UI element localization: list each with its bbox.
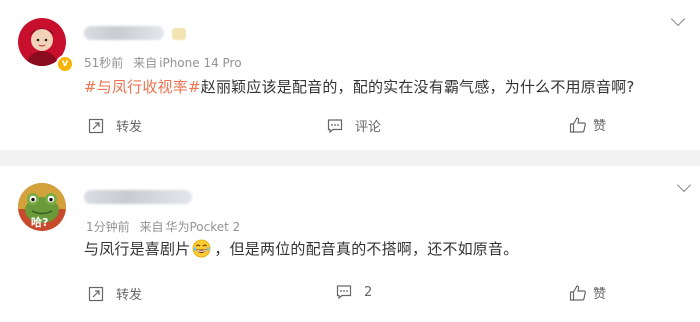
post-time: 1分钟前 bbox=[86, 220, 130, 234]
repost-label: 转发 bbox=[116, 120, 143, 135]
post-body: #与凤行收视率#赵丽颖应该是配音的，配的实在没有霸气感，为什么不用原音啊? bbox=[84, 76, 635, 97]
topic-hashtag-link[interactable]: #与凤行收视率# bbox=[84, 78, 201, 96]
source-prefix: 来自 bbox=[139, 220, 164, 234]
comment-count: 2 bbox=[364, 284, 373, 300]
repost-icon bbox=[88, 286, 104, 301]
like-label: 赞 bbox=[593, 287, 607, 302]
avatar-caption: 哈? bbox=[31, 216, 49, 229]
like-button[interactable]: 赞 bbox=[569, 283, 606, 302]
comment-button[interactable]: 评论 bbox=[327, 116, 381, 135]
user-emblem-icon bbox=[172, 28, 186, 40]
chevron-down-icon[interactable] bbox=[676, 177, 692, 193]
comment-icon bbox=[327, 118, 343, 133]
username-blurred[interactable] bbox=[84, 26, 164, 40]
post-meta: 51秒前 来自 iPhone 14 Pro bbox=[84, 54, 248, 71]
source-prefix: 来自 bbox=[133, 56, 158, 70]
chevron-down-icon[interactable] bbox=[670, 11, 686, 27]
post-meta: 1分钟前 来自 华为Pocket 2 bbox=[86, 218, 246, 235]
repost-button[interactable]: 转发 bbox=[88, 284, 142, 303]
post-text: 赵丽颖应该是配音的，配的实在没有霸气感，为什么不用原音啊? bbox=[200, 78, 635, 96]
username-blurred[interactable] bbox=[84, 190, 192, 204]
weibo-post-1: v 51秒前 来自 iPhone 14 Pro #与凤行收视率#赵丽颖应该是配音的… bbox=[0, 0, 700, 150]
post-separator bbox=[0, 150, 700, 166]
weibo-post-2: 哈? 1分钟前 来自 华为Pocket 2 与凤行是喜剧片 ，但是两位的配音真的不… bbox=[0, 166, 700, 322]
thumbs-up-icon bbox=[569, 284, 586, 301]
post-time: 51秒前 bbox=[84, 56, 124, 70]
comment-icon bbox=[336, 285, 352, 300]
laughing-emoji-icon bbox=[192, 239, 211, 258]
like-label: 赞 bbox=[593, 119, 607, 134]
comment-button[interactable]: 2 bbox=[336, 284, 372, 300]
repost-label: 转发 bbox=[116, 288, 143, 303]
post-source: iPhone 14 Pro bbox=[159, 56, 242, 70]
post-text-part1: 与凤行是喜剧片 bbox=[84, 240, 191, 258]
comment-label: 评论 bbox=[355, 120, 382, 135]
post-source: 华为Pocket 2 bbox=[165, 220, 241, 234]
verified-badge-icon: v bbox=[56, 55, 74, 73]
like-button[interactable]: 赞 bbox=[569, 115, 606, 134]
repost-icon bbox=[88, 118, 104, 133]
post-text-part2: ，但是两位的配音真的不搭啊，还不如原音。 bbox=[214, 240, 519, 258]
user-avatar[interactable]: 哈? bbox=[18, 183, 66, 231]
thumbs-up-icon bbox=[569, 116, 586, 133]
repost-button[interactable]: 转发 bbox=[88, 116, 142, 135]
post-body: 与凤行是喜剧片 ，但是两位的配音真的不搭啊，还不如原音。 bbox=[84, 238, 518, 259]
